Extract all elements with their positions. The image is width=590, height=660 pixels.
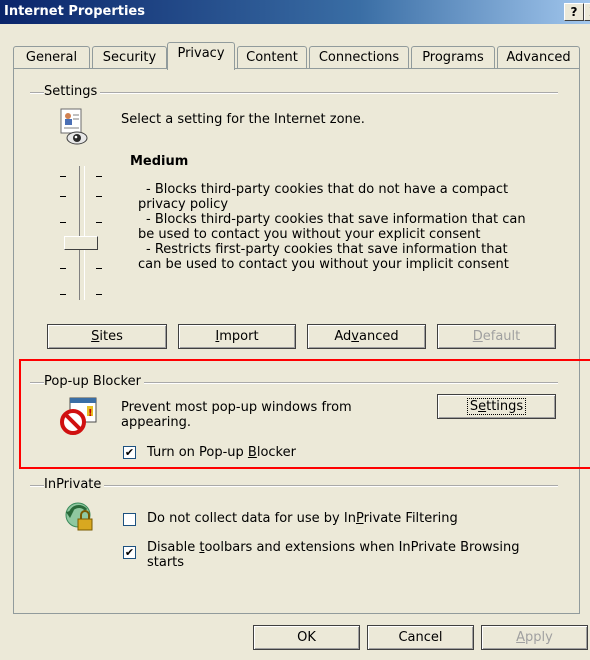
advanced-button[interactable]: Advanced [307,324,426,349]
default-button[interactable]: Default [437,324,556,349]
slider-tick [60,196,66,197]
internet-properties-window: Internet Properties ? X General Security… [0,0,590,660]
sites-button[interactable]: Sites [47,324,167,349]
ok-button[interactable]: OK [253,625,360,650]
import-button[interactable]: Import [178,324,296,349]
settings-group-label: Settings [44,84,101,99]
privacy-level-slider-track[interactable] [79,166,85,300]
slider-tick [60,222,66,223]
slider-tick [60,176,66,177]
privacy-level-line: - Blocks third-party cookies that save i… [146,212,526,227]
popup-blocker-checkbox[interactable]: ✔ [123,446,136,459]
inprivate-group-line [30,485,558,487]
inprivate-filtering-label[interactable]: Do not collect data for use by InPrivate… [147,511,458,526]
popup-blocker-description: appearing. [121,415,192,430]
popup-blocker-description: Prevent most pop-up windows from [121,400,352,415]
slider-tick [96,268,102,269]
apply-button[interactable]: Apply [481,625,588,650]
inprivate-filtering-checkbox[interactable] [123,513,136,526]
cancel-button[interactable]: Cancel [367,625,474,650]
slider-tick [96,222,102,223]
popup-blocker-icon: ! [60,396,102,436]
slider-tick [96,176,102,177]
slider-tick [96,196,102,197]
privacy-level-line: can be used to contact you without your … [138,257,509,272]
disable-toolbars-label[interactable]: Disable toolbars and extensions when InP… [147,540,520,555]
privacy-eye-icon [60,108,88,148]
settings-group-line [30,92,558,94]
privacy-level-title: Medium [130,154,189,169]
disable-toolbars-checkbox[interactable]: ✔ [123,546,136,559]
privacy-level-line: privacy policy [138,197,229,212]
privacy-level-line: be used to contact you without your expl… [138,227,481,242]
popup-blocker-checkbox-label[interactable]: Turn on Pop-up Blocker [147,445,296,460]
popup-blocker-group-label: Pop-up Blocker [44,374,144,389]
privacy-level-line: - Blocks third-party cookies that do not… [146,182,509,197]
settings-description: Select a setting for the Internet zone. [121,112,365,127]
inprivate-group-label: InPrivate [44,477,105,492]
inprivate-icon [62,500,98,536]
privacy-level-line: - Restricts first-party cookies that sav… [146,242,508,257]
disable-toolbars-label-line2[interactable]: starts [147,555,184,570]
slider-tick [60,294,66,295]
svg-text:!: ! [88,408,93,419]
slider-tick [96,294,102,295]
popup-settings-button[interactable]: Settings [437,394,556,419]
slider-tick [60,268,66,269]
privacy-level-slider-thumb[interactable] [64,236,98,250]
